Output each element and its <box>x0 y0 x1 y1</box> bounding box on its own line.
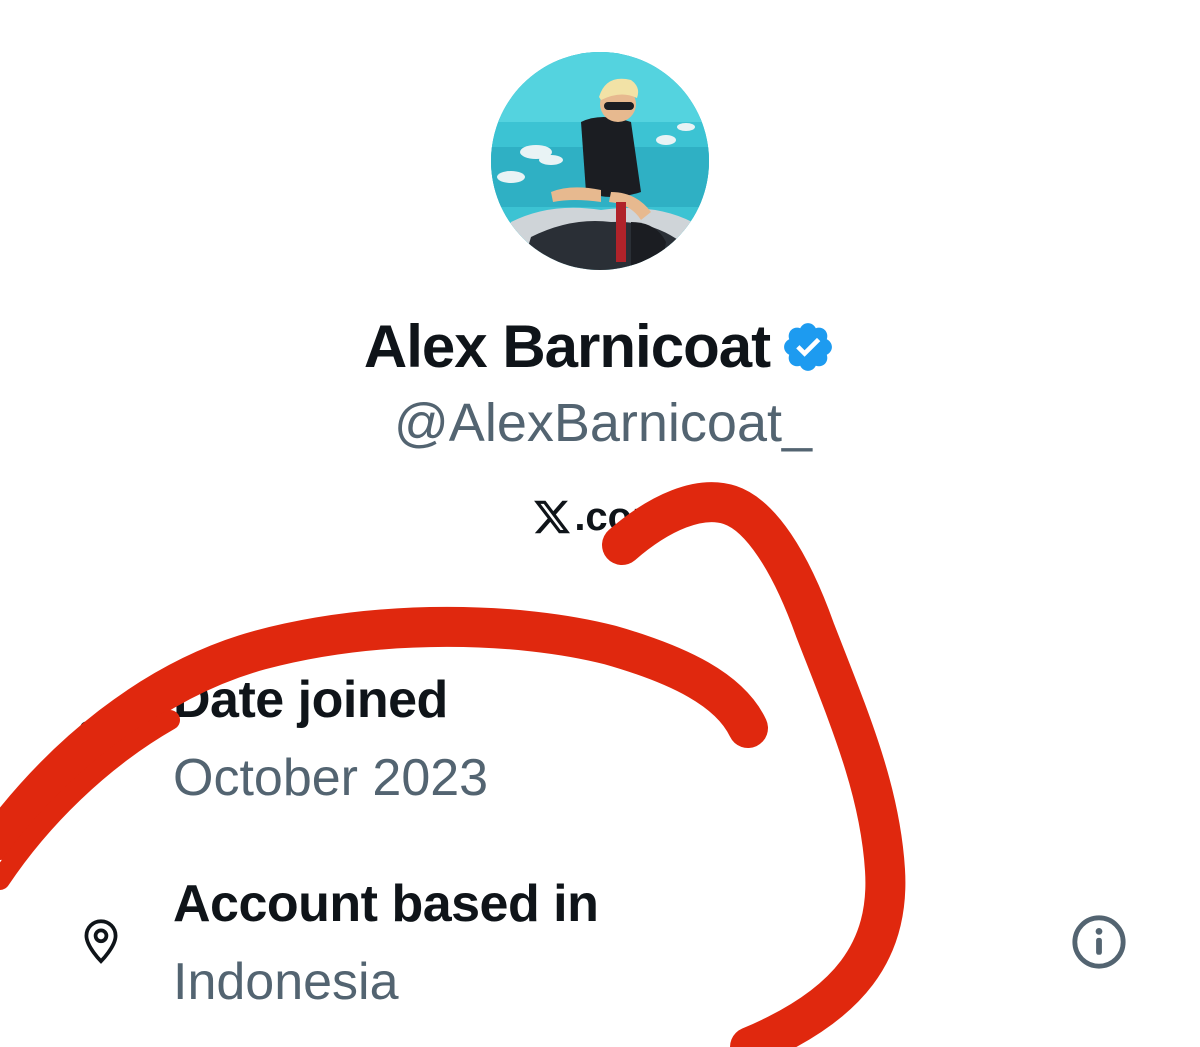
x-logo-icon <box>534 500 571 534</box>
name-row: Alex Barnicoat <box>0 306 1200 386</box>
profile-photo <box>491 52 709 270</box>
display-name: Alex Barnicoat <box>363 312 771 380</box>
source-label: .com <box>574 494 668 539</box>
calendar-icon <box>80 719 122 759</box>
source-row: .com <box>0 492 1200 542</box>
verified-badge-icon[interactable] <box>780 319 836 375</box>
account-based-in-value: Indonesia <box>173 953 399 1011</box>
avatar[interactable] <box>491 52 709 270</box>
date-joined-value: October 2023 <box>173 749 489 807</box>
info-icon[interactable] <box>1070 913 1128 971</box>
location-pin-icon <box>84 919 118 964</box>
account-based-in-label: Account based in <box>173 875 599 933</box>
handle: @AlexBarnicoat_ <box>393 393 813 453</box>
date-joined-label: Date joined <box>173 671 448 729</box>
